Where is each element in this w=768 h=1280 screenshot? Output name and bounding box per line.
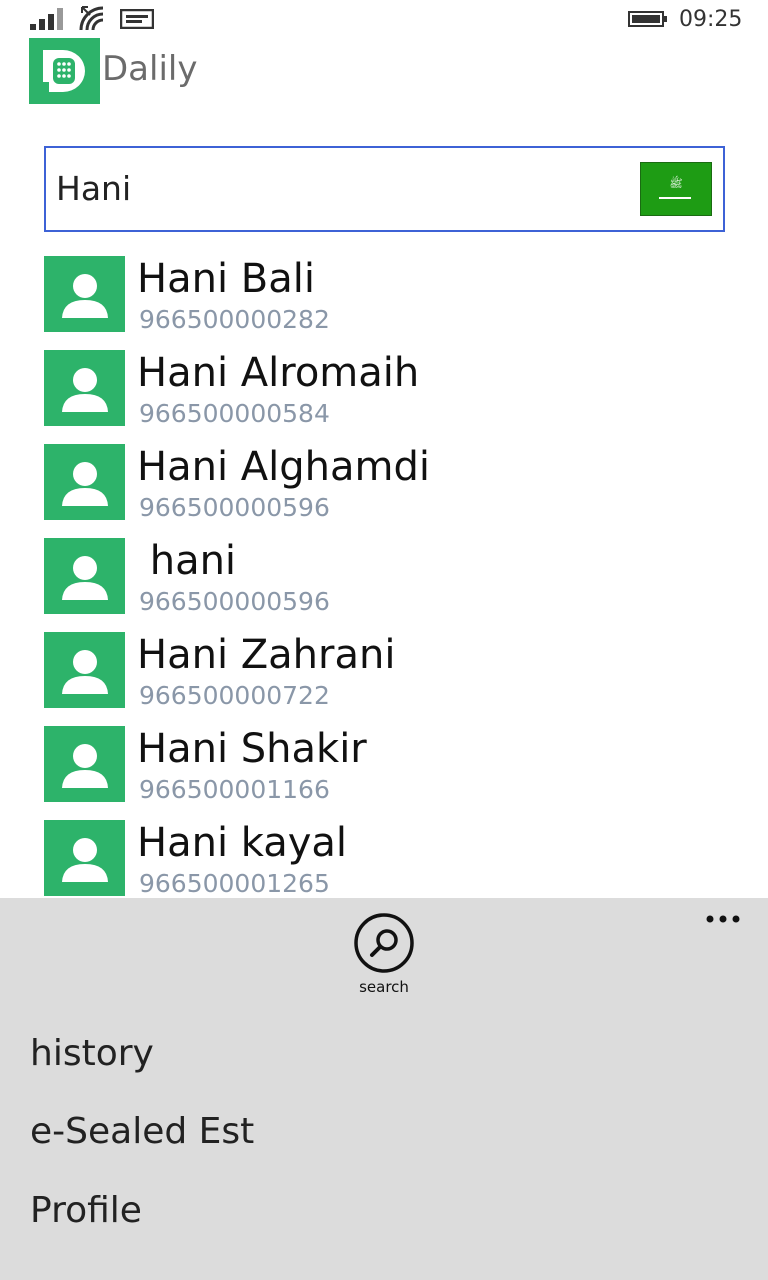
- contact-phone: 966500001265: [139, 869, 330, 898]
- contact-item[interactable]: Hani Alromaih 966500000584: [44, 348, 744, 442]
- search-button-label: search: [359, 978, 409, 996]
- signal-icon: [30, 8, 63, 30]
- contact-phone: 966500000282: [139, 305, 330, 334]
- app-title: Dalily: [102, 49, 198, 89]
- contact-name: Hani kayal: [137, 820, 348, 866]
- contact-item[interactable]: hani 966500000596: [44, 536, 744, 630]
- contact-item[interactable]: Hani Zahrani 966500000722: [44, 630, 744, 724]
- dalily-logo-icon: [43, 50, 85, 92]
- search-input[interactable]: [56, 162, 616, 214]
- contact-phone: 966500000596: [139, 587, 330, 616]
- menu-item-profile[interactable]: Profile: [30, 1189, 142, 1233]
- contact-name: Hani Shakir: [137, 726, 367, 772]
- app-logo: [29, 38, 100, 104]
- search-box[interactable]: ﷺ: [44, 146, 725, 232]
- contact-avatar-icon: [44, 726, 125, 802]
- contact-avatar-icon: [44, 820, 125, 896]
- wifi-icon: [79, 6, 104, 31]
- menu-item-history[interactable]: history: [30, 1032, 154, 1076]
- search-icon: [354, 913, 414, 973]
- battery-icon: [628, 11, 667, 27]
- contact-phone: 966500001166: [139, 775, 330, 804]
- contact-list[interactable]: Hani Bali 966500000282 Hani Alromaih 966500…: [0, 254, 768, 898]
- contact-item[interactable]: Hani Bali 966500000282: [44, 254, 744, 348]
- contact-avatar-icon: [44, 632, 125, 708]
- menu-item-e-sealed-est[interactable]: e-Sealed Est: [30, 1110, 254, 1154]
- contact-item[interactable]: Hani Alghamdi 966500000596: [44, 442, 744, 536]
- app-screen: 09:25 Dalily ﷺ Hani Bali 966500000282: [0, 0, 768, 1280]
- search-button[interactable]: search: [344, 912, 424, 998]
- contact-name: hani: [137, 538, 237, 584]
- status-bar: 09:25: [0, 0, 768, 40]
- contact-phone: 966500000584: [139, 399, 330, 428]
- contact-phone: 966500000596: [139, 493, 330, 522]
- contact-name: Hani Bali: [137, 256, 315, 302]
- svg-text:ﷺ: ﷺ: [669, 175, 682, 190]
- contact-avatar-icon: [44, 444, 125, 520]
- status-time: 09:25: [679, 7, 743, 32]
- contact-phone: 966500000722: [139, 681, 330, 710]
- contact-name: Hani Alghamdi: [137, 444, 430, 490]
- message-icon: [120, 9, 154, 29]
- contact-name: Hani Alromaih: [137, 350, 420, 396]
- contact-avatar-icon: [44, 350, 125, 426]
- more-options-icon[interactable]: [700, 902, 746, 932]
- contact-avatar-icon: [44, 538, 125, 614]
- app-bar: search history e-Sealed Est Profile: [0, 898, 768, 1280]
- contact-avatar-icon: [44, 256, 125, 332]
- saudi-arabia-flag-icon[interactable]: ﷺ: [640, 162, 712, 216]
- contact-name: Hani Zahrani: [137, 632, 396, 678]
- contact-item[interactable]: Hani Shakir 966500001166: [44, 724, 744, 818]
- contact-item[interactable]: Hani kayal 966500001265: [44, 818, 744, 898]
